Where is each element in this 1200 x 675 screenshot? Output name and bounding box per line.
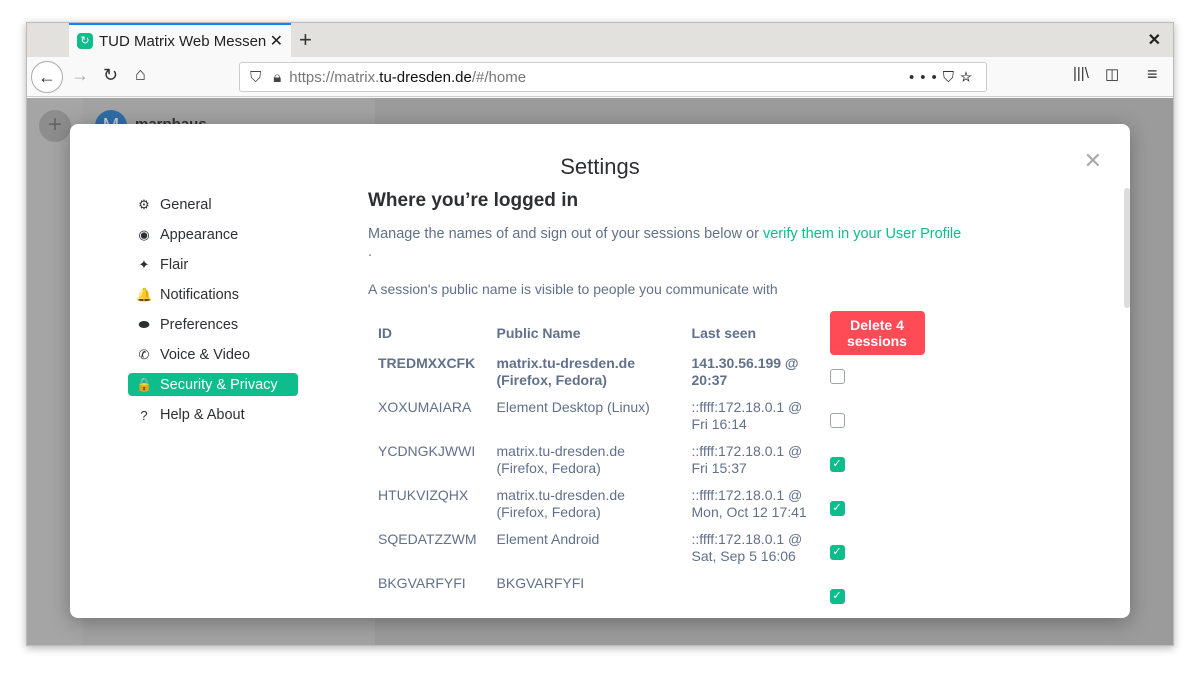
sidebar-item[interactable]: 🔒 Security & Privacy [128,373,298,396]
lock-icon[interactable]: 🔒︎ [273,69,281,86]
add-icon[interactable]: + [39,110,71,142]
home-button[interactable]: ⌂ [135,64,146,85]
shield-icon[interactable]: ⛉ [250,69,261,86]
verify-link[interactable]: verify them in your User Profile [763,226,961,242]
section-description: Manage the names of and sign out of your… [368,225,1028,261]
sessions-section: Where you’re logged in Manage the names … [368,190,1028,618]
description-end: . [368,244,373,260]
delete-sessions-button[interactable]: Delete 4 sessions [829,311,925,355]
session-id: YCDNGKJWWI [378,443,476,459]
session-id: SQEDATZZWM [378,531,477,547]
table-row: SQEDATZZWM Element Android::ffff:172.18.0… [368,531,935,575]
section-heading: Where you’re logged in [368,190,579,211]
forward-button[interactable]: → [71,65,89,86]
close-icon[interactable]: ✕ [1084,148,1102,174]
sidebar-item[interactable]: 🔔 Notifications [128,280,298,310]
session-name[interactable]: Element Desktop (Linux) [487,399,682,443]
session-checkbox[interactable]: ✓ [829,589,845,604]
url-bar[interactable]: ⛉ 🔒︎ https://matrix. tu-dresden.de/#/home… [239,62,987,92]
session-name[interactable]: matrix.tu-dresden.de (Firefox, Fedora) [487,443,682,487]
menu-icon[interactable]: ≡ [1147,64,1158,85]
sidebar-item-label: Voice & Video [160,347,251,363]
session-checkbox[interactable] [829,413,845,428]
session-checkbox[interactable]: ✓ [829,501,845,516]
lock-icon: 🔒 [136,376,153,392]
tab-bar: ↻ TUD Matrix Web Messenger ✕ + ✕ [27,23,1173,57]
session-id: BKGVARFYFI [378,575,466,591]
session-last-seen: ::ffff:172.18.0.1 @ Sat, Sep 5 16:06 [691,531,803,564]
sidebar-item[interactable]: ✦ Flair [128,250,298,280]
url-prefix: https://matrix. [289,68,380,86]
gear-icon: ⚙ [138,197,150,212]
sidebar-item[interactable]: ◉ Appearance [128,220,298,250]
session-last-seen: ::ffff:172.18.0.1 @ Fri 16:14 [691,399,803,432]
session-id: HTUKVIZQHX [378,487,469,503]
reload-button[interactable]: ↻ [103,65,118,86]
back-button[interactable]: ← [31,61,63,93]
session-name[interactable]: Element Android [487,531,682,575]
session-name[interactable]: matrix.tu-dresden.de (Firefox, Fedora) [487,355,682,399]
table-row: XOXUMAIARA Element Desktop (Linux)::ffff:… [368,399,935,443]
session-name[interactable]: BKGVARFYFI [487,575,682,618]
table-row: TREDMXXCFK matrix.tu-dresden.de (Firefox,… [368,355,935,399]
sidebar-item[interactable]: ⚙ General [128,190,298,220]
sidebar-item-label: General [160,197,212,213]
sparkle-icon: ✦ [138,257,150,272]
window-close-button[interactable]: ✕ [1148,30,1161,50]
tab-close-icon[interactable]: ✕ [270,31,283,51]
url-path: /#/home [471,68,527,86]
toggle-icon: ⬬ [138,317,150,332]
help-icon: ? [140,407,148,423]
sidebar-item[interactable]: ⬬ Preferences [128,310,298,340]
session-checkbox[interactable] [829,369,845,384]
sidebar-item-label: Security & Privacy [160,376,278,393]
session-checkbox[interactable]: ✓ [829,545,845,560]
column-public-name: Public Name [496,324,581,341]
sidebar-item-label: Appearance [160,227,239,243]
description-text: Manage the names of and sign out of your… [368,226,763,242]
sessions-table: ID Public Name Last seen Delete 4 sessio… [368,311,935,618]
session-last-seen: ::ffff:172.18.0.1 @ Fri 15:37 [691,443,803,476]
sidebar-item-label: Flair [160,257,189,273]
table-row: BKGVARFYFI BKGVARFYFI ✓ [368,575,935,618]
settings-dialog: Settings ✕ ⚙ General ◉ Appearance ✦ Flair 🔔 Not… [70,124,1130,618]
scrollbar[interactable] [1124,188,1130,308]
session-last-seen [682,575,820,618]
public-name-note: A session's public name is visible to pe… [368,281,778,297]
element-favicon-icon: ↻ [77,33,93,49]
library-icon[interactable]: |||\ [1073,65,1089,82]
session-last-seen: 141.30.56.199 @ 20:37 [691,355,799,388]
column-id: ID [378,324,392,341]
session-id: TREDMXXCFK [378,355,476,371]
new-tab-button[interactable]: + [299,27,312,53]
bell-icon: 🔔 [136,287,153,302]
table-row: HTUKVIZQHX matrix.tu-dresden.de (Firefox,… [368,487,935,531]
session-checkbox[interactable]: ✓ [829,457,845,472]
settings-sidebar: ⚙ General ◉ Appearance ✦ Flair 🔔 Notifications ⬬… [128,190,298,430]
sidebar-item[interactable]: ✆ Voice & Video [128,340,298,370]
column-last-seen: Last seen [691,324,757,341]
sidebar-item[interactable]: ? Help & About [128,400,298,430]
tab-title: TUD Matrix Web Messenger [99,32,266,50]
browser-tab[interactable]: ↻ TUD Matrix Web Messenger ✕ [69,23,291,57]
session-last-seen: ::ffff:172.18.0.1 @ Mon, Oct 12 17:41 [691,487,807,520]
page-actions-icons[interactable]: •••⛉☆ [909,69,978,86]
sidebar-icon[interactable]: ◫ [1105,65,1119,83]
sidebar-item-label: Preferences [160,317,239,333]
session-name[interactable]: matrix.tu-dresden.de (Firefox, Fedora) [487,487,682,531]
sidebar-item-label: Help & About [160,407,245,423]
sidebar-item-label: Notifications [160,287,239,303]
session-id: XOXUMAIARA [378,399,472,415]
table-row: YCDNGKJWWI matrix.tu-dresden.de (Firefox,… [368,443,935,487]
dialog-title: Settings [560,154,640,179]
url-domain: tu-dresden.de [379,68,472,86]
phone-icon: ✆ [138,347,150,362]
nav-bar: ← → ↻ ⌂ ⛉ 🔒︎ https://matrix. tu-dresden.d… [27,57,1173,97]
eye-icon: ◉ [138,227,150,242]
